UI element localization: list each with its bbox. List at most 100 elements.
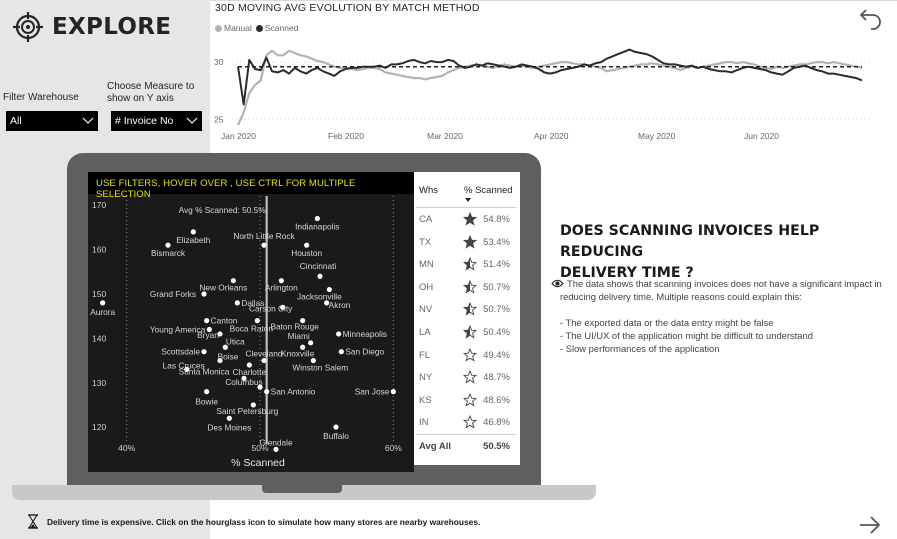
top-divider	[210, 0, 897, 1]
scatter-point[interactable]	[204, 389, 210, 395]
bullet-item: - Slow performances of the application	[560, 343, 720, 354]
scatter-point[interactable]	[308, 340, 314, 346]
scatter-point[interactable]	[261, 242, 267, 248]
scatter-point[interactable]	[333, 424, 339, 430]
x-tick-label: Apr 2020	[534, 131, 569, 141]
insight-paragraph-line2: reducing delivery time. Multiple reasons…	[560, 291, 802, 302]
scatter-point[interactable]	[234, 300, 240, 306]
line-chart[interactable]: 25 30 Jan 2020 Feb 2020 Mar 2020 Apr 2020 May …	[210, 40, 880, 145]
warehouse-filter-dropdown[interactable]: All	[6, 111, 98, 131]
scatter-point[interactable]	[100, 300, 106, 306]
scatter-point[interactable]	[317, 273, 323, 279]
legend-label-scanned: Scanned	[264, 23, 299, 33]
footer-text: Delivery time is expensive. Click on the…	[47, 516, 481, 527]
table-row[interactable]: NY 48.7%	[414, 367, 520, 390]
reference-line-label: Avg % Scanned: 50.5%	[179, 205, 267, 215]
table-row[interactable]: OH 50.7%	[414, 277, 520, 300]
measure-filter-label: Choose Measure to show on Y axis	[107, 81, 194, 105]
table-row[interactable]: IN 46.8%	[414, 412, 520, 435]
point-label: Cincinnati	[300, 261, 337, 271]
legend-item-manual[interactable]: Manual	[215, 23, 252, 33]
legend-item-scanned[interactable]: Scanned	[255, 23, 299, 33]
y-tick-label: 30	[214, 57, 224, 67]
pct-scanned-value: 54.8%	[483, 214, 510, 225]
star-half-icon	[463, 279, 477, 294]
table-row[interactable]: TX 53.4%	[414, 232, 520, 255]
point-label: Charlotte	[232, 367, 266, 377]
total-divider	[416, 434, 516, 435]
warehouse-table: Whs % Scanned CA 54.8% TX 53.4% MN 51.4% OH 50.…	[414, 172, 520, 465]
point-label: Miami	[288, 331, 310, 341]
point-label: Winston Salem	[292, 363, 348, 373]
point-label: San Diego	[345, 347, 384, 357]
scatter-point[interactable]	[201, 291, 207, 297]
point-label: Buffalo	[323, 431, 349, 441]
star-empty-icon	[463, 415, 477, 429]
insight-body: The data shows that scanning invoices do…	[551, 277, 891, 355]
insight-paragraph-line1: The data shows that scanning invoices do…	[551, 277, 891, 290]
x-tick-label: Jan 2020	[221, 131, 256, 141]
hourglass-icon[interactable]	[27, 514, 39, 529]
scatter-point[interactable]	[304, 242, 310, 248]
table-row[interactable]: MN 51.4%	[414, 254, 520, 277]
point-label: Arlington	[265, 283, 298, 293]
scatter-point[interactable]	[390, 389, 396, 395]
scatter-point[interactable]	[204, 318, 210, 324]
scatter-point[interactable]	[201, 349, 207, 355]
scatter-point[interactable]	[273, 446, 279, 452]
scatter-point[interactable]	[190, 229, 196, 235]
right-arrow-icon[interactable]	[858, 515, 882, 535]
point-label: Bryan	[197, 330, 219, 340]
y-tick-label: 140	[92, 333, 106, 343]
x-tick-label: 40%	[118, 443, 135, 453]
warehouse-code: CA	[419, 214, 433, 225]
scatter-point[interactable]	[226, 415, 232, 421]
total-value: 50.5%	[483, 441, 510, 452]
table-row[interactable]: FL 49.4%	[414, 345, 520, 368]
point-label: Des Moines	[207, 422, 251, 432]
table-row[interactable]: LA 50.4%	[414, 322, 520, 345]
y-tick-label: 150	[92, 289, 106, 299]
warehouse-code: LA	[419, 327, 431, 338]
point-label: Aurora	[90, 307, 115, 317]
scatter-point[interactable]	[336, 331, 342, 337]
star-full-icon	[463, 212, 477, 226]
star-half-icon	[463, 257, 477, 271]
point-label: Knoxville	[281, 348, 315, 358]
warehouse-code: IN	[419, 417, 429, 429]
point-label: Houston	[291, 248, 322, 258]
scatter-instructions: USE FILTERS, HOVER OVER , USE CTRL FOR M…	[88, 172, 414, 200]
scatter-point[interactable]	[165, 242, 171, 248]
series-line-scanned[interactable]	[237, 48, 863, 106]
table-row[interactable]: KS 48.6%	[414, 390, 520, 413]
scatter-point[interactable]	[261, 357, 267, 364]
y-tick-label: 120	[92, 422, 106, 432]
point-label: Bismarck	[151, 248, 186, 258]
column-header-whs[interactable]: Whs	[419, 185, 438, 196]
warehouse-filter-label: Filter Warehouse	[3, 92, 79, 103]
y-tick-label: 170	[92, 200, 106, 210]
scatter-point[interactable]	[338, 349, 344, 355]
bullet-item: - The UI/UX of the application might be …	[560, 330, 813, 341]
point-label: Cleveland	[246, 349, 283, 359]
scatter-point[interactable]	[254, 318, 260, 324]
undo-arrow-icon[interactable]	[858, 4, 884, 30]
table-row[interactable]: CA 54.8%	[414, 209, 520, 232]
scatter-chart-panel: USE FILTERS, HOVER OVER , USE CTRL FOR M…	[88, 172, 414, 472]
footer-note: Delivery time is expensive. Click on the…	[27, 514, 480, 529]
measure-dropdown[interactable]: # Invoice No	[111, 111, 202, 131]
table-row[interactable]: NV 50.7%	[414, 299, 520, 322]
paragraph-line1-text: The data shows that scanning invoices do…	[567, 278, 882, 289]
point-label: Grand Forks	[150, 289, 196, 299]
pct-scanned-value: 48.6%	[483, 394, 510, 406]
pct-scanned-value: 48.7%	[483, 372, 510, 384]
pct-scanned-value: 50.7%	[483, 304, 510, 316]
scatter-chart[interactable]: 40% 50% 60%120130140150160170% ScannedAvg …	[88, 194, 414, 472]
scatter-point[interactable]	[314, 215, 320, 222]
point-label: Boise	[218, 352, 239, 362]
scatter-point[interactable]	[264, 389, 270, 395]
point-label: Columbus	[225, 377, 262, 387]
point-label: San Jose	[355, 387, 390, 397]
column-header-pct-scanned[interactable]: % Scanned	[464, 185, 513, 196]
warehouse-code: NV	[419, 304, 433, 316]
